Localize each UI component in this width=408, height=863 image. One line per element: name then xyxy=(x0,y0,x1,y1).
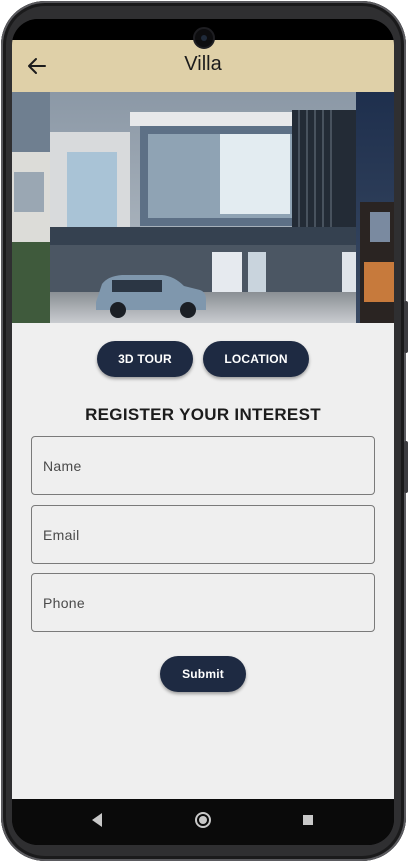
volume-button xyxy=(404,301,408,353)
phone-input[interactable] xyxy=(43,594,374,611)
email-field[interactable] xyxy=(31,505,375,564)
power-button xyxy=(404,441,408,493)
email-input[interactable] xyxy=(43,526,374,543)
villa-image xyxy=(12,92,394,323)
location-button[interactable]: LOCATION xyxy=(203,341,309,377)
system-nav-bar xyxy=(12,799,394,845)
register-panel: 3D TOUR LOCATION REGISTER YOUR INTEREST … xyxy=(12,323,394,799)
phone-frame: Villa 3D TOUR LOCATION REGISTER YOUR INT… xyxy=(1,1,408,861)
circle-home-icon[interactable] xyxy=(194,811,212,829)
page-title: Villa xyxy=(184,53,222,75)
name-input[interactable] xyxy=(43,457,374,474)
phone-field[interactable] xyxy=(31,573,375,632)
submit-button[interactable]: Submit xyxy=(160,656,246,692)
triangle-back-icon[interactable] xyxy=(90,812,104,828)
square-recents-icon[interactable] xyxy=(302,814,314,826)
image-carousel[interactable] xyxy=(12,92,394,323)
register-heading: REGISTER YOUR INTEREST xyxy=(85,405,321,424)
3d-tour-button[interactable]: 3D TOUR xyxy=(97,341,193,377)
front-camera xyxy=(193,27,215,49)
screen: Villa 3D TOUR LOCATION REGISTER YOUR INT… xyxy=(12,19,394,845)
name-field[interactable] xyxy=(31,436,375,495)
